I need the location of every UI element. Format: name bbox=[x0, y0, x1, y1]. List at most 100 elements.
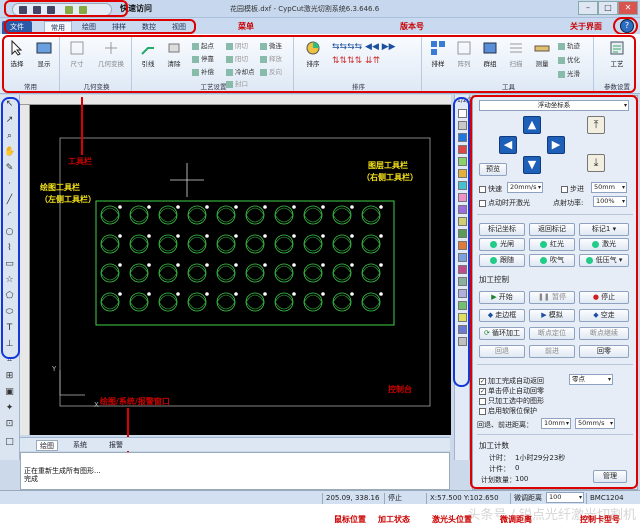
pattern-leaf bbox=[158, 207, 178, 223]
note-icon[interactable]: □ bbox=[4, 437, 15, 448]
pattern-start-point bbox=[292, 292, 296, 296]
pattern-start-point bbox=[379, 292, 383, 296]
toolbar-highlight bbox=[2, 35, 636, 93]
pattern-swirl bbox=[100, 234, 120, 254]
laser-position: X:57.500 Y:102.650 bbox=[426, 493, 508, 504]
pattern-swirl bbox=[245, 263, 265, 283]
pattern-swirl bbox=[303, 263, 323, 283]
pattern-start-point bbox=[176, 263, 180, 267]
pattern-start-point bbox=[118, 234, 122, 238]
pattern-swirl bbox=[303, 292, 323, 312]
pattern-start-point bbox=[147, 263, 151, 267]
origin-axes bbox=[59, 370, 85, 396]
pattern-swirl bbox=[187, 205, 207, 225]
pattern-leaf bbox=[216, 265, 236, 281]
pattern-leaf bbox=[129, 294, 149, 310]
pattern-leaf bbox=[187, 207, 207, 223]
toolbar-annotation: 工具栏 bbox=[68, 157, 92, 166]
quick-access-highlight bbox=[4, 0, 128, 17]
right-toolbar-annotation-1: 图层工具栏 bbox=[368, 161, 408, 170]
pattern-leaf bbox=[245, 294, 265, 310]
pattern-swirl bbox=[361, 292, 381, 312]
pattern-leaf bbox=[245, 236, 265, 252]
pattern-leaf bbox=[274, 236, 294, 252]
paint-icon[interactable]: ✦ bbox=[4, 403, 15, 414]
pattern-swirl bbox=[158, 263, 178, 283]
pattern-swirl bbox=[129, 292, 149, 312]
pattern-leaf bbox=[274, 207, 294, 223]
pattern-leaf bbox=[216, 294, 236, 310]
machine-state: 停止 bbox=[384, 493, 424, 504]
window-title: 花园模板.dxf - CypCut激光切割系统6.3.646.6 bbox=[230, 5, 380, 13]
pattern-leaf bbox=[129, 265, 149, 281]
pattern-swirl bbox=[274, 263, 294, 283]
pattern-start-point bbox=[176, 234, 180, 238]
pattern-leaf bbox=[100, 207, 120, 223]
fine-distance-select[interactable]: 100 bbox=[546, 492, 584, 503]
pattern-leaf bbox=[303, 294, 323, 310]
tab-system-log[interactable]: 系统 bbox=[70, 440, 90, 451]
pattern-start-point bbox=[205, 205, 209, 209]
pattern-start-point bbox=[321, 234, 325, 238]
left-toolbar-annotation-1: 绘图工具栏 bbox=[40, 183, 80, 192]
log-line: 正在重新生成所有图形... bbox=[24, 467, 101, 475]
pattern-swirl bbox=[361, 205, 381, 225]
drawing-canvas[interactable]: Y X bbox=[20, 95, 451, 435]
console-highlight bbox=[470, 95, 638, 489]
tab-drawing-log[interactable]: 绘图 bbox=[36, 440, 58, 451]
pattern-start-point bbox=[118, 292, 122, 296]
pattern-leaf bbox=[187, 294, 207, 310]
canvas-drawing bbox=[59, 137, 431, 407]
origin-y-label: Y bbox=[52, 365, 57, 373]
fine-distance-annotation: 微调距离 bbox=[500, 515, 532, 524]
pattern-start-point bbox=[234, 292, 238, 296]
drawing-window-annotation: 绘图/系统/报警窗口 bbox=[100, 397, 170, 406]
pattern-swirl bbox=[303, 205, 323, 225]
pattern-swirl bbox=[216, 263, 236, 283]
pattern-swirl bbox=[274, 292, 294, 312]
output-tabs: 绘图 系统 报警 bbox=[20, 437, 450, 451]
pattern-swirl bbox=[361, 263, 381, 283]
pattern-start-point bbox=[263, 263, 267, 267]
origin-x-label: X bbox=[94, 401, 99, 409]
right-toolbar-highlight bbox=[453, 97, 470, 387]
pattern-leaf bbox=[245, 207, 265, 223]
pattern-leaf bbox=[361, 265, 381, 281]
insert-icon[interactable]: ⊞ bbox=[4, 371, 15, 382]
pattern-start-point bbox=[118, 263, 122, 267]
pattern-start-point bbox=[350, 205, 354, 209]
log-line: 完成 bbox=[24, 475, 38, 483]
pattern-swirl bbox=[187, 292, 207, 312]
pattern-start-point bbox=[379, 205, 383, 209]
fill-icon[interactable]: ▣ bbox=[4, 387, 15, 398]
pattern-leaf bbox=[303, 265, 323, 281]
pattern-leaf bbox=[216, 236, 236, 252]
minimize-button[interactable]: – bbox=[578, 1, 598, 15]
pattern-start-point bbox=[379, 234, 383, 238]
pattern-start-point bbox=[205, 263, 209, 267]
tab-alarm-log[interactable]: 报警 bbox=[106, 440, 126, 451]
pattern-start-point bbox=[379, 263, 383, 267]
pattern-swirl bbox=[129, 234, 149, 254]
pattern-leaf bbox=[187, 236, 207, 252]
pattern-leaf bbox=[245, 265, 265, 281]
maximize-button[interactable]: □ bbox=[598, 1, 618, 15]
pattern-leaf bbox=[158, 265, 178, 281]
pattern-swirl bbox=[158, 205, 178, 225]
pattern-leaf bbox=[158, 236, 178, 252]
menu-highlight bbox=[4, 19, 196, 34]
pattern-leaf bbox=[332, 236, 352, 252]
pattern-swirl bbox=[187, 263, 207, 283]
fine-distance-label: 微调距离 bbox=[510, 493, 544, 504]
crop-box-icon[interactable]: ⊡ bbox=[4, 419, 15, 430]
pattern-swirl bbox=[187, 234, 207, 254]
close-button[interactable]: ✕ bbox=[618, 1, 638, 15]
mouse-position: 205.09, 338.16 bbox=[322, 493, 380, 504]
pattern-start-point bbox=[176, 205, 180, 209]
pattern-leaf bbox=[332, 207, 352, 223]
pattern-swirl bbox=[274, 234, 294, 254]
pattern-start-point bbox=[350, 263, 354, 267]
pattern-start-point bbox=[205, 292, 209, 296]
pattern-start-point bbox=[321, 205, 325, 209]
pattern-leaf bbox=[187, 265, 207, 281]
